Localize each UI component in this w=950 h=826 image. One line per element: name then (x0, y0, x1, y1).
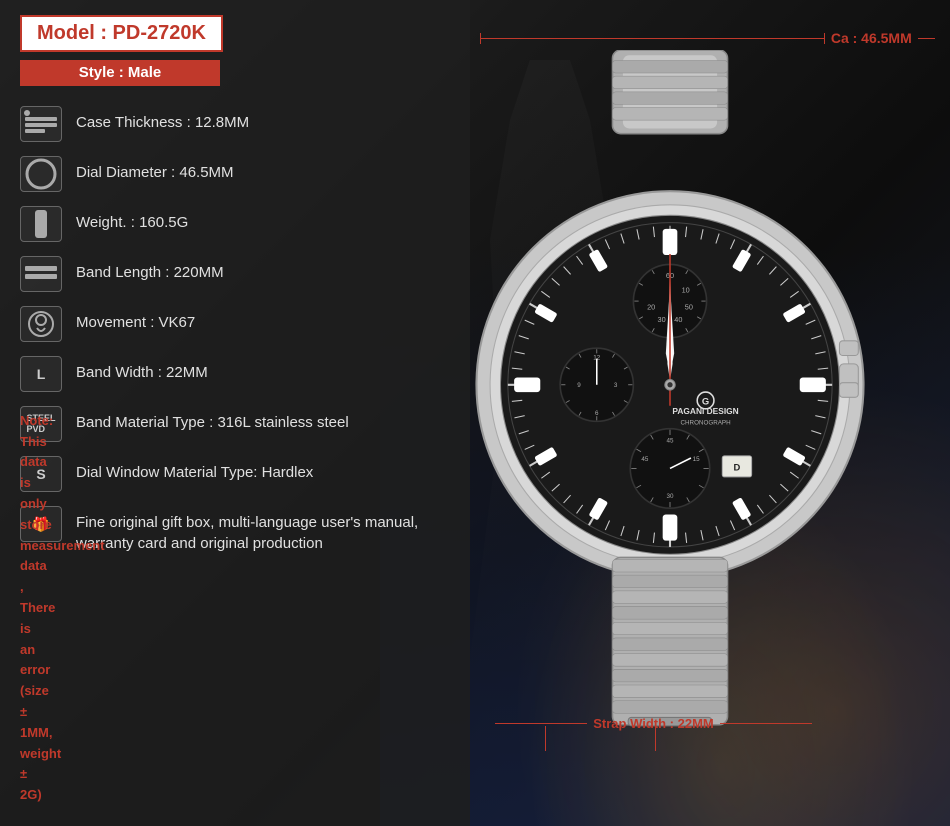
right-panel: Ca : 46.5MM (440, 0, 950, 826)
spec-item-5: L Band Width : 22MM (20, 356, 450, 392)
spec-text-2: Weight. : 160.5G (76, 206, 188, 233)
spec-item-3: Band Length : 220MM (20, 256, 450, 292)
left-panel: Model : PD-2720K Style : Male Case Thick… (0, 0, 470, 826)
svg-text:3: 3 (614, 382, 618, 389)
watch-svg: 60 10 50 40 30 20 (460, 50, 880, 730)
watch-display: 60 10 50 40 30 20 (460, 50, 880, 730)
model-label: Model : PD-2720K (37, 22, 206, 44)
spec-text-3: Band Length : 220MM (76, 256, 224, 283)
dial-diameter-icon (20, 156, 62, 192)
spec-text-6: Band Material Type : 316L stainless stee… (76, 406, 349, 433)
spec-text-5: Band Width : 22MM (76, 356, 208, 383)
band-length-icon (20, 256, 62, 292)
svg-text:50: 50 (685, 302, 693, 311)
svg-text:15: 15 (693, 456, 700, 463)
weight-icon (20, 206, 62, 242)
spec-item-4: Movement : VK67 (20, 306, 450, 342)
spec-text-1: Dial Diameter : 46.5MM (76, 156, 234, 183)
svg-text:45: 45 (641, 456, 648, 463)
svg-text:6: 6 (595, 410, 599, 417)
spec-item-1: Dial Diameter : 46.5MM (20, 156, 450, 192)
svg-text:40: 40 (674, 315, 682, 324)
dimension-top-line: Ca : 46.5MM (480, 30, 935, 46)
specs-list: Case Thickness : 12.8MM Dial Diameter : 4… (20, 106, 450, 554)
svg-text:G: G (702, 396, 709, 407)
svg-text:9: 9 (577, 382, 581, 389)
dimension-bottom-container: Strap Width : 22MM (495, 716, 935, 731)
svg-text:20: 20 (647, 302, 655, 311)
spec-item-2: Weight. : 160.5G (20, 206, 450, 242)
model-box: Model : PD-2720K (20, 15, 223, 52)
style-label: Style : Male (79, 64, 162, 81)
svg-text:30: 30 (667, 493, 674, 500)
dimension-bottom-label: Strap Width : 22MM (593, 716, 714, 731)
case-thickness-icon (20, 106, 62, 142)
dim-left-tick (545, 726, 546, 751)
svg-text:45: 45 (667, 437, 674, 444)
svg-text:D: D (734, 462, 741, 473)
spec-item-7: SDial Window Material Type: Hardlex (20, 456, 450, 492)
spec-text-4: Movement : VK67 (76, 306, 195, 333)
movement-icon (20, 306, 62, 342)
dimension-top-label: Ca : 46.5MM (831, 30, 912, 46)
spec-text-8: Fine original gift box, multi-language u… (76, 506, 450, 554)
svg-text:10: 10 (682, 286, 690, 295)
band-width-icon: L (20, 356, 62, 392)
svg-text:CHRONOGRAPH: CHRONOGRAPH (680, 420, 731, 427)
style-bar: Style : Male (20, 60, 220, 86)
svg-text:PAGANI DESIGN: PAGANI DESIGN (672, 406, 738, 416)
svg-text:30: 30 (658, 315, 666, 324)
spec-text-7: Dial Window Material Type: Hardlex (76, 456, 313, 483)
spec-item-6: STEEL PVDBand Material Type : 316L stain… (20, 406, 450, 442)
dim-right-tick (655, 726, 656, 751)
spec-item-0: Case Thickness : 12.8MM (20, 106, 450, 142)
spec-text-0: Case Thickness : 12.8MM (76, 106, 249, 133)
